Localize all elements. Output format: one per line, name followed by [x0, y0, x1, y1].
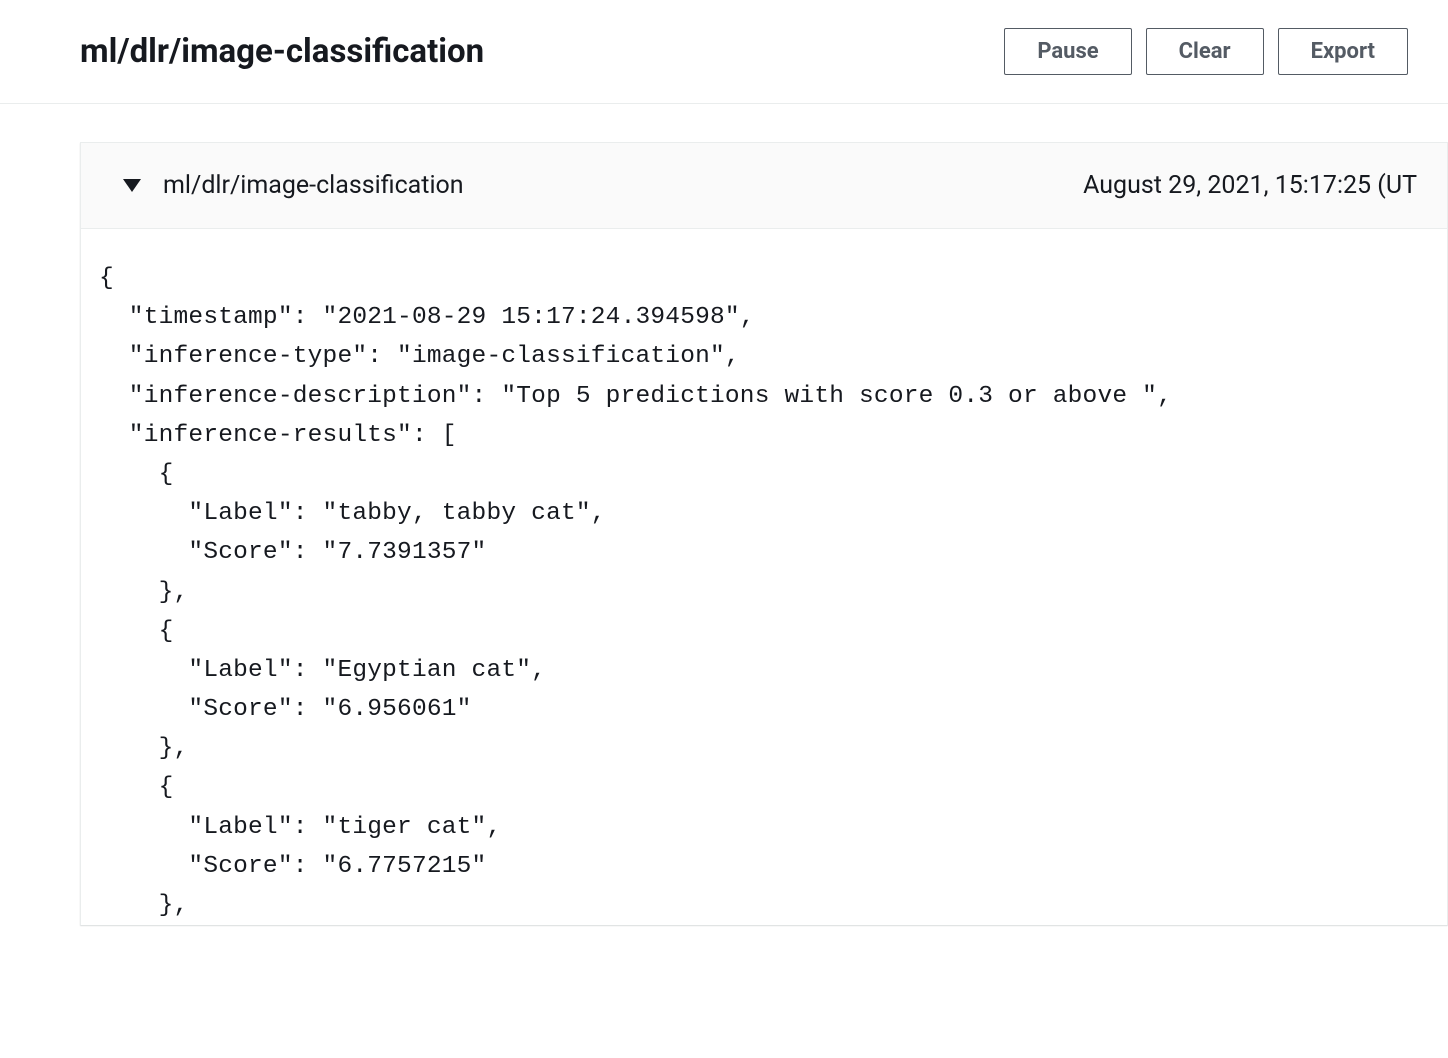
log-panel-timestamp: August 29, 2021, 15:17:25 (UT [1083, 171, 1417, 200]
page-title: ml/dlr/image-classification [80, 32, 484, 71]
log-panel-header-left: ml/dlr/image-classification [123, 171, 464, 200]
pause-button[interactable]: Pause [1004, 28, 1131, 75]
log-panel-title: ml/dlr/image-classification [163, 171, 464, 200]
button-group: Pause Clear Export [1004, 28, 1408, 75]
log-panel-header: ml/dlr/image-classification August 29, 2… [81, 143, 1447, 229]
log-panel: ml/dlr/image-classification August 29, 2… [80, 142, 1448, 925]
clear-button[interactable]: Clear [1146, 28, 1264, 75]
export-button[interactable]: Export [1278, 28, 1408, 75]
log-json-content: { "timestamp": "2021-08-29 15:17:24.3945… [81, 229, 1447, 925]
collapse-triangle-icon[interactable] [123, 179, 141, 192]
header: ml/dlr/image-classification Pause Clear … [0, 0, 1448, 104]
